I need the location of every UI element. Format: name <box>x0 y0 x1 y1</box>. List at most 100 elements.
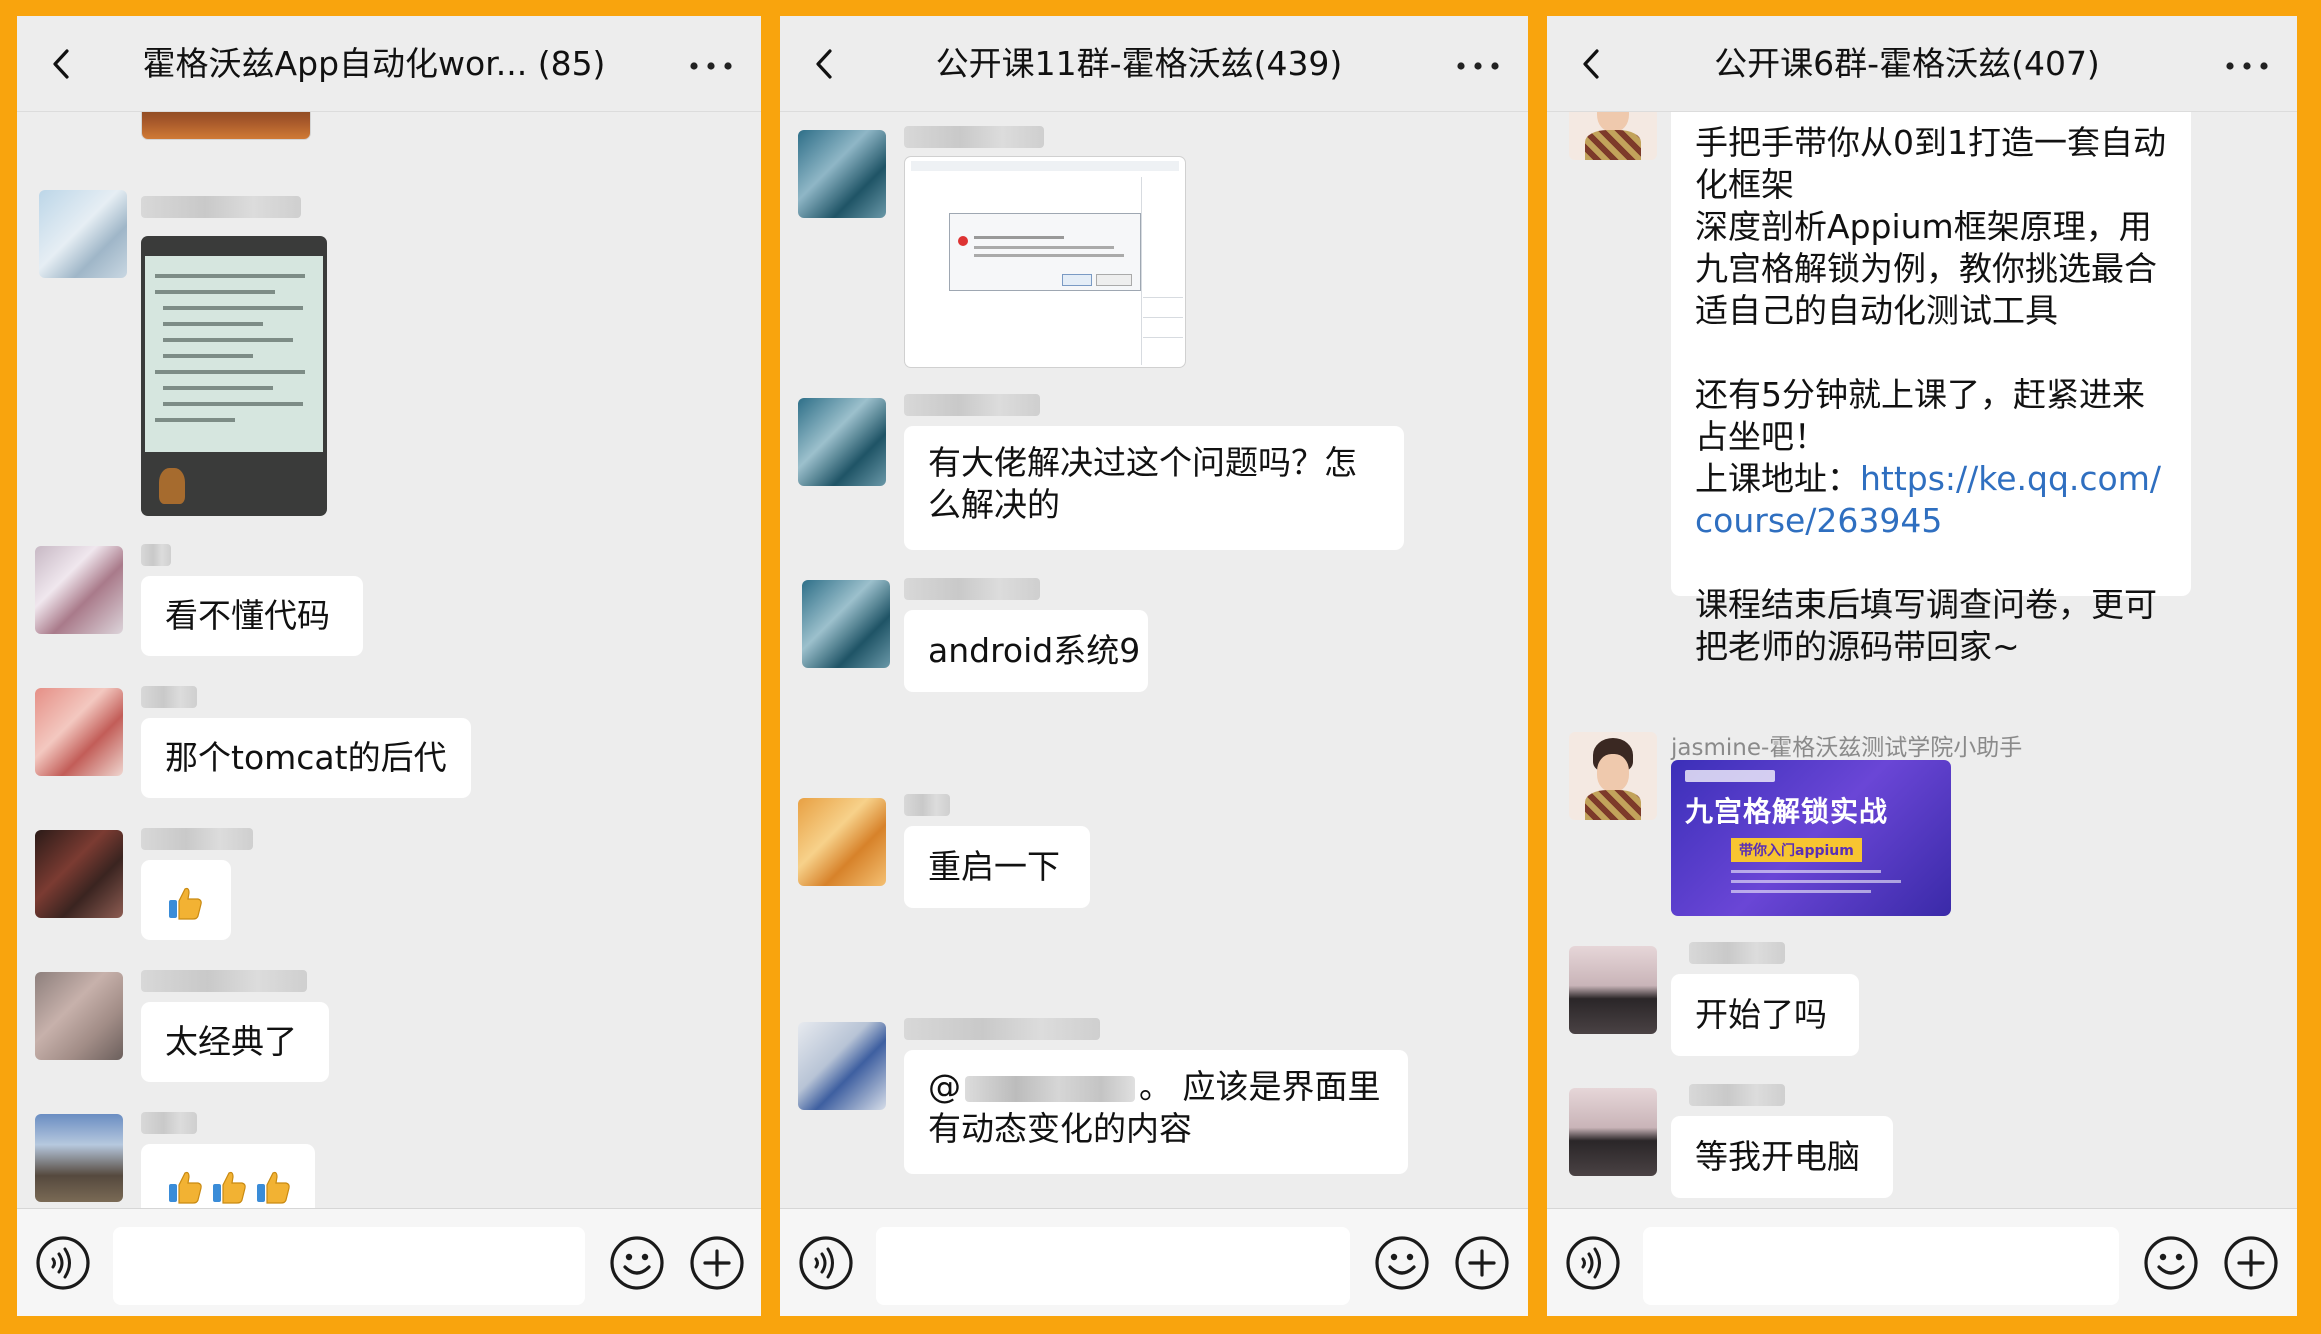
message-text: 那个tomcat的后代 <box>165 738 447 777</box>
avatar[interactable] <box>39 190 127 278</box>
input-bar <box>17 1208 761 1316</box>
mention-symbol: @ <box>928 1067 961 1106</box>
message-list[interactable]: 有大佬解决过这个问题吗？怎么解决的 android系统9 重启一下 @。 应该是… <box>780 112 1528 1209</box>
avatar[interactable] <box>802 580 890 668</box>
message-text: 重启一下 <box>928 847 1060 886</box>
plus-icon[interactable] <box>1454 1235 1510 1291</box>
emoji-icon[interactable] <box>1374 1235 1430 1291</box>
input-bar <box>780 1208 1528 1316</box>
input-bar <box>1547 1208 2297 1316</box>
thumbs-up-icon <box>253 1167 293 1207</box>
assistant-avatar[interactable] <box>1569 112 1657 160</box>
message-bubble[interactable]: @。 应该是界面里有动态变化的内容 <box>904 1050 1408 1174</box>
message-list[interactable]: 手把手带你从0到1打造一套自动化框架 深度剖析Appium框架原理，用九宫格解锁… <box>1547 112 2297 1209</box>
chat-header: 公开课11群-霍格沃兹(439) <box>780 16 1528 112</box>
nickname-blurred <box>904 578 1040 600</box>
avatar[interactable] <box>798 398 886 486</box>
banner-subtitle: 带你入门appium <box>1731 838 1862 862</box>
chat-title: 公开课11群-霍格沃兹(439) <box>935 44 1343 83</box>
chat-window-3: 公开课6群-霍格沃兹(407) 手把手带你从0到1打造一套自动化框架 深度剖析A… <box>1547 16 2297 1316</box>
chat-title: 霍格沃兹App自动化wor... (85) <box>142 44 606 83</box>
message-list[interactable]: 看不懂代码 那个tomcat的后代 太经典了 <box>17 112 761 1209</box>
image-message-error-screenshot[interactable] <box>904 156 1186 368</box>
nickname-blurred <box>141 828 253 850</box>
avatar[interactable] <box>35 546 123 634</box>
banner-logo <box>1685 770 1775 782</box>
mention-blurred[interactable] <box>965 1075 1135 1102</box>
message-text: 开始了吗 <box>1695 995 1827 1034</box>
thumbs-up-icon <box>165 1167 205 1207</box>
nickname-blurred <box>141 544 171 566</box>
avatar[interactable] <box>35 830 123 918</box>
message-bubble[interactable]: 太经典了 <box>141 1002 329 1082</box>
avatar[interactable] <box>798 130 886 218</box>
more-icon[interactable] <box>689 62 733 70</box>
nickname-blurred <box>1689 1084 1785 1106</box>
image-message-partial[interactable] <box>141 112 311 140</box>
voice-icon[interactable] <box>1565 1235 1621 1291</box>
message-bubble[interactable]: 开始了吗 <box>1671 974 1859 1056</box>
nickname-blurred <box>904 794 950 816</box>
sender-name: jasmine-霍格沃兹测试学院小助手 <box>1671 735 2023 761</box>
message-bubble[interactable]: 重启一下 <box>904 826 1090 908</box>
announcement-line-4: 课程结束后填写调查问卷，更可把老师的源码带回家~ <box>1695 585 2157 666</box>
thumbs-up-icon <box>209 1167 249 1207</box>
back-icon[interactable] <box>1577 49 1607 79</box>
chat-window-2: 公开课11群-霍格沃兹(439) 有大佬解决过这个问题吗？怎么解决的 andro… <box>780 16 1528 1316</box>
message-text: 太经典了 <box>165 1022 297 1061</box>
emoji-icon[interactable] <box>2143 1235 2199 1291</box>
chat-window-1: 霍格沃兹App自动化wor... (85) 看不懂代码 那个tomcat的后代 … <box>17 16 761 1316</box>
announcement-line-1: 手把手带你从0到1打造一套自动化框架 <box>1695 123 2166 204</box>
plus-icon[interactable] <box>2223 1235 2279 1291</box>
avatar[interactable] <box>35 688 123 776</box>
announcement-line-2: 深度剖析Appium框架原理，用九宫格解锁为例，教你挑选最合适自己的自动化测试工… <box>1695 207 2157 330</box>
nickname-blurred <box>141 970 307 992</box>
message-bubble[interactable]: android系统9 <box>904 610 1148 692</box>
plus-icon[interactable] <box>689 1235 745 1291</box>
nickname-blurred <box>141 196 301 218</box>
avatar[interactable] <box>1569 1088 1657 1176</box>
message-input[interactable] <box>113 1227 585 1305</box>
emoji-icon[interactable] <box>609 1235 665 1291</box>
avatar[interactable] <box>798 1022 886 1110</box>
image-message-slide-photo[interactable] <box>141 236 327 516</box>
message-bubble[interactable]: 看不懂代码 <box>141 576 363 656</box>
banner-title: 九宫格解锁实战 <box>1685 795 1889 828</box>
nickname-blurred <box>904 1018 1100 1040</box>
nickname-blurred <box>141 1112 197 1134</box>
thumbs-up-icon <box>165 883 205 923</box>
message-bubble[interactable]: 等我开电脑 <box>1671 1116 1893 1198</box>
projector-screen <box>145 256 323 452</box>
announcement-line-3: 还有5分钟就上课了，赶紧进来占坐吧！ <box>1695 375 2145 456</box>
nickname-blurred <box>904 126 1044 148</box>
more-icon[interactable] <box>2225 62 2269 70</box>
message-text: android系统9 <box>928 631 1141 670</box>
cat-figure <box>159 468 185 504</box>
sticker-bubble[interactable] <box>141 1144 315 1209</box>
link-label: 上课地址： <box>1695 459 1860 498</box>
chat-title: 公开课6群-霍格沃兹(407) <box>1714 44 2100 83</box>
nickname-blurred <box>904 394 1040 416</box>
avatar[interactable] <box>35 972 123 1060</box>
avatar[interactable] <box>798 798 886 886</box>
announcement-bubble[interactable]: 手把手带你从0到1打造一套自动化框架 深度剖析Appium框架原理，用九宫格解锁… <box>1671 112 2191 666</box>
nickname-blurred <box>1689 942 1785 964</box>
message-text: 看不懂代码 <box>165 596 330 635</box>
course-banner-image[interactable]: 九宫格解锁实战 带你入门appium <box>1671 760 1951 916</box>
more-icon[interactable] <box>1456 62 1500 70</box>
back-icon[interactable] <box>810 49 840 79</box>
nickname-blurred <box>141 686 197 708</box>
message-text: 有大佬解决过这个问题吗？怎么解决的 <box>928 443 1357 524</box>
message-bubble[interactable]: 那个tomcat的后代 <box>141 718 471 798</box>
chat-header: 霍格沃兹App自动化wor... (85) <box>17 16 761 112</box>
message-bubble[interactable]: 有大佬解决过这个问题吗？怎么解决的 <box>904 426 1404 550</box>
sticker-bubble[interactable] <box>141 860 231 940</box>
assistant-avatar[interactable] <box>1569 732 1657 820</box>
avatar[interactable] <box>35 1114 123 1202</box>
voice-icon[interactable] <box>798 1235 854 1291</box>
avatar[interactable] <box>1569 946 1657 1034</box>
message-input[interactable] <box>1643 1227 2119 1305</box>
message-input[interactable] <box>876 1227 1350 1305</box>
voice-icon[interactable] <box>35 1235 91 1291</box>
back-icon[interactable] <box>47 49 77 79</box>
